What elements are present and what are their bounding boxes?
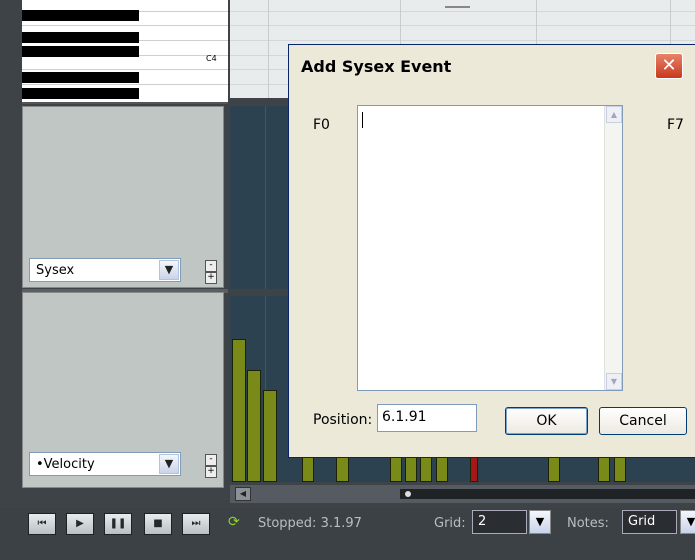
velocity-bar[interactable] [420, 456, 432, 482]
velocity-bar[interactable] [548, 456, 560, 482]
velocity-bar[interactable] [614, 456, 626, 482]
chevron-down-icon[interactable]: ▼ [680, 510, 695, 534]
add-lane-button[interactable]: + [205, 272, 217, 284]
velocity-bar[interactable] [436, 456, 448, 482]
scroll-left-icon[interactable]: ◀ [235, 487, 251, 501]
scrollbar-thumb[interactable] [400, 489, 695, 499]
go-to-end-button[interactable]: ⏭ [182, 513, 210, 535]
notes-label: Notes: [567, 516, 609, 531]
sysex-lane-select[interactable]: Sysex ▼ [29, 258, 181, 282]
position-input[interactable]: 6.1.91 [377, 404, 477, 432]
velocity-bar[interactable] [598, 456, 610, 482]
ok-button[interactable]: OK [505, 407, 588, 435]
text-caret [362, 112, 363, 128]
velocity-bar[interactable] [247, 370, 261, 482]
scroll-position-dot [405, 491, 411, 497]
stop-icon: ■ [153, 518, 163, 529]
chevron-down-icon[interactable]: ▼ [529, 510, 551, 534]
velocity-bar-selected[interactable] [470, 456, 478, 482]
play-icon: ▶ [76, 518, 84, 529]
velocity-bar[interactable] [302, 456, 314, 482]
textarea-scrollbar[interactable]: ▲ ▼ [604, 106, 622, 390]
chevron-down-icon[interactable]: ▼ [159, 260, 179, 280]
velocity-bar[interactable] [263, 390, 277, 482]
piano-keyboard[interactable]: C4 [22, 0, 228, 104]
chevron-down-icon[interactable]: ▼ [159, 454, 179, 474]
sysex-prefix-label: F0 [313, 117, 330, 133]
black-key[interactable] [22, 88, 139, 99]
dialog-titlebar[interactable]: Add Sysex Event ✕ [289, 45, 695, 85]
sysex-lane-header: Sysex ▼ - + [22, 106, 224, 288]
velocity-lane-select[interactable]: •Velocity ▼ [29, 452, 181, 476]
midi-note[interactable] [445, 6, 470, 8]
transport-status: Stopped: 3.1.97 [258, 516, 362, 531]
velocity-bar[interactable] [405, 456, 417, 482]
skip-back-icon: ⏮ [37, 518, 47, 529]
black-key[interactable] [22, 46, 139, 57]
grid-label: Grid: [434, 516, 466, 531]
add-sysex-event-dialog: Add Sysex Event ✕ F0 ▲ ▼ F7 Position: 6.… [288, 44, 695, 458]
pause-icon: ❚❚ [109, 518, 127, 529]
velocity-bar[interactable] [390, 456, 402, 482]
chevron-down-icon[interactable]: ▼ [606, 373, 622, 390]
sysex-suffix-label: F7 [667, 117, 684, 133]
position-label: Position: [313, 412, 373, 428]
stop-button[interactable]: ■ [144, 513, 172, 535]
pause-button[interactable]: ❚❚ [104, 513, 132, 535]
remove-lane-button[interactable]: - [205, 454, 217, 466]
loop-icon[interactable]: ⟳ [228, 514, 244, 530]
grid-select[interactable]: 2 [472, 510, 527, 534]
notes-select[interactable]: Grid [622, 510, 677, 534]
add-lane-button[interactable]: + [205, 466, 217, 478]
black-key[interactable] [22, 72, 139, 83]
dialog-title: Add Sysex Event [301, 57, 452, 76]
skip-forward-icon: ⏭ [191, 518, 201, 529]
octave-label: C4 [206, 54, 217, 63]
close-icon[interactable]: ✕ [655, 53, 683, 79]
sysex-data-textarea[interactable]: ▲ ▼ [357, 105, 623, 391]
velocity-lane-header: •Velocity ▼ - + [22, 292, 224, 488]
velocity-lane-select-value: •Velocity [36, 457, 95, 472]
cancel-button[interactable]: Cancel [599, 407, 687, 435]
go-to-start-button[interactable]: ⏮ [28, 513, 56, 535]
sysex-lane-select-value: Sysex [36, 263, 75, 278]
velocity-bar[interactable] [336, 456, 349, 482]
remove-lane-button[interactable]: - [205, 260, 217, 272]
velocity-bar[interactable] [232, 339, 246, 482]
black-key[interactable] [22, 32, 139, 43]
chevron-up-icon[interactable]: ▲ [606, 106, 622, 123]
play-button[interactable]: ▶ [66, 513, 94, 535]
black-key[interactable] [22, 10, 139, 21]
